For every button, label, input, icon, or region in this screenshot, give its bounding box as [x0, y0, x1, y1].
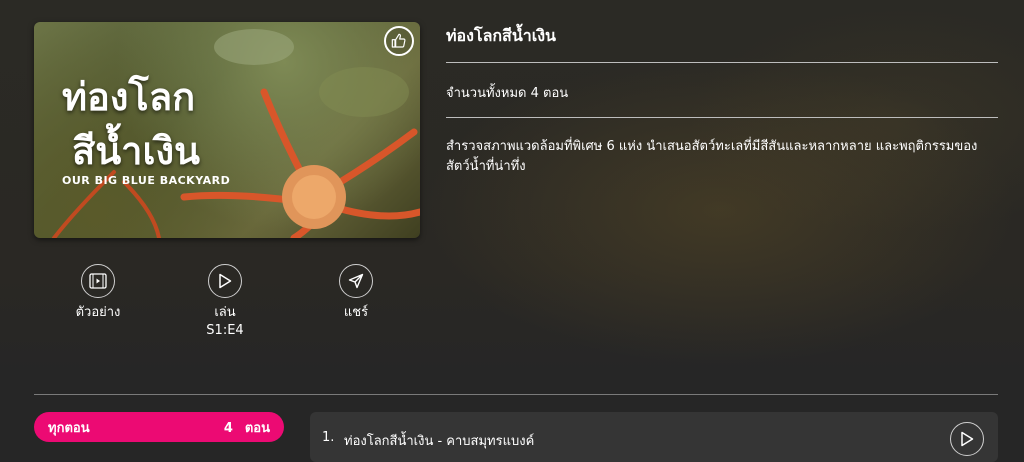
section-divider	[34, 394, 998, 395]
show-title: ท่องโลกสีน้ำเงิน	[446, 26, 556, 45]
poster-title-line2: สีน้ำเงิน	[72, 129, 201, 173]
divider	[446, 62, 998, 63]
all-episodes-count: 4	[223, 420, 233, 436]
share-label: แชร์	[343, 305, 369, 320]
like-button[interactable]	[384, 26, 414, 56]
all-episodes-tab[interactable]: ทุกตอน 4 ตอน	[34, 412, 284, 442]
poster-title-line1: ท่องโลก	[62, 75, 196, 119]
play-button[interactable]: เล่น S1:E4	[185, 264, 265, 340]
episode-title: ท่องโลกสีน้ำเงิน - คาบสมุทรแบงค์	[344, 434, 535, 449]
trailer-button[interactable]: ตัวอย่าง	[58, 264, 138, 322]
play-icon	[219, 273, 232, 289]
play-icon	[961, 431, 974, 447]
episode-count: จำนวนทั้งหมด 4 ตอน	[446, 86, 569, 101]
poster-subtitle: OUR BIG BLUE BACKYARD	[62, 174, 231, 187]
poster-image: ท่องโลก สีน้ำเงิน OUR BIG BLUE BACKYARD	[34, 22, 420, 238]
episode-row[interactable]: 1. ท่องโลกสีน้ำเงิน - คาบสมุทรแบงค์	[310, 412, 998, 462]
thumbs-up-icon	[391, 33, 406, 48]
play-episode-label: S1:E4	[206, 323, 244, 338]
episode-play-button[interactable]	[950, 422, 984, 456]
trailer-icon-circle	[81, 264, 115, 298]
film-icon	[89, 273, 107, 289]
show-description: สำรวจสภาพแวดล้อมที่พิเศษ 6 แห่ง นำเสนอสั…	[446, 139, 978, 174]
divider	[446, 117, 998, 118]
play-icon-circle	[208, 264, 242, 298]
trailer-label: ตัวอย่าง	[75, 305, 121, 320]
episode-number: 1.	[322, 430, 335, 445]
play-label: เล่น	[214, 305, 236, 320]
send-icon	[348, 273, 364, 289]
share-icon-circle	[339, 264, 373, 298]
title-detail-page: ท่องโลก สีน้ำเงิน OUR BIG BLUE BACKYARD …	[0, 0, 1024, 462]
all-episodes-count-group: 4 ตอน	[224, 417, 270, 438]
all-episodes-unit: ตอน	[244, 420, 270, 436]
share-button[interactable]: แชร์	[316, 264, 396, 322]
all-episodes-label: ทุกตอน	[48, 420, 90, 436]
poster-title: ท่องโลก สีน้ำเงิน	[62, 70, 200, 178]
